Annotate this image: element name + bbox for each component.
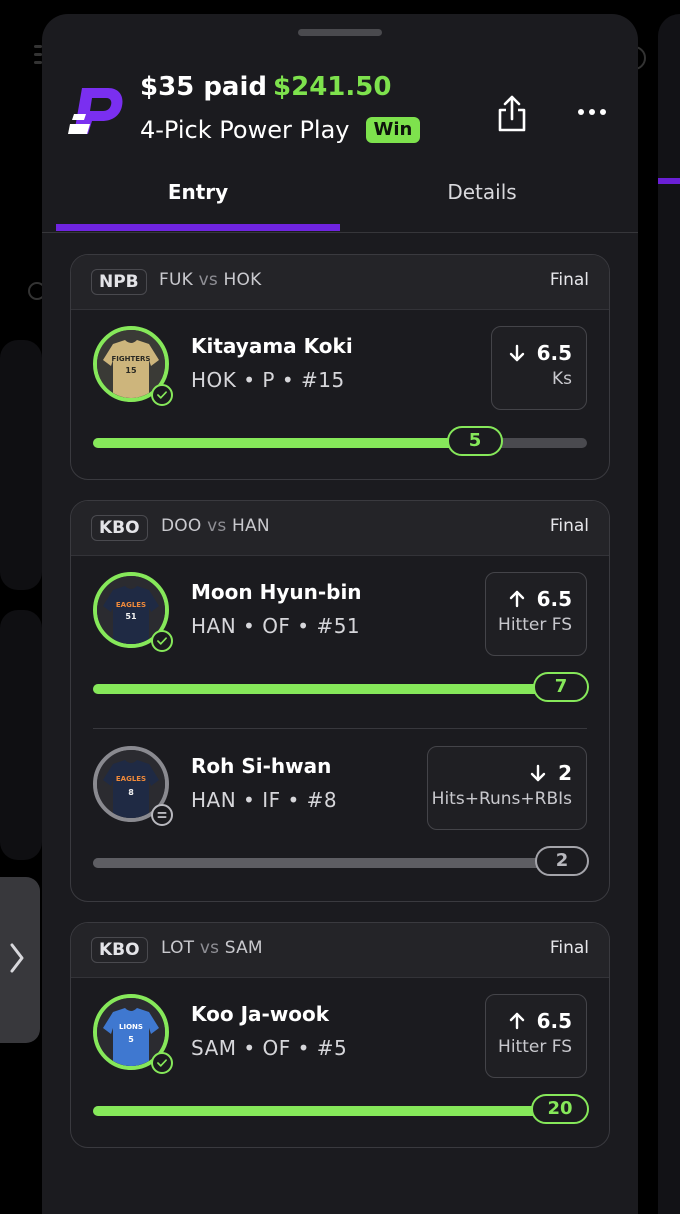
player-name: Moon Hyun-bin: [191, 580, 362, 604]
background-card: [0, 610, 42, 860]
check-icon: [151, 1052, 173, 1074]
arrow-up-icon: [509, 590, 524, 608]
player-meta: HAN • OF • #51: [191, 614, 361, 638]
projection-line: 6.5: [536, 587, 572, 611]
more-options-icon[interactable]: [578, 102, 614, 122]
entry-subtitle: 4-Pick Power Play Win: [140, 116, 421, 144]
check-icon: [151, 630, 173, 652]
svg-text:LIONS: LIONS: [119, 1023, 143, 1031]
side-expand-tab[interactable]: [0, 877, 40, 1043]
projection-box: 2 Hits+Runs+RBIs: [427, 746, 587, 830]
game-card-header: KBO DOO vs HAN Final: [71, 501, 609, 556]
projection-stat: Hits+Runs+RBIs: [431, 789, 572, 809]
winnings-amount: $241.50: [273, 72, 392, 102]
projection-line: 6.5: [536, 341, 572, 365]
chevron-right-icon: [10, 943, 24, 973]
projection-box: 6.5 Hitter FS: [485, 572, 587, 656]
prizepicks-logo-icon: [68, 88, 123, 134]
projection-stat: Hitter FS: [498, 615, 572, 635]
paid-amount: $35 paid: [140, 72, 268, 102]
projection-stat: Hitter FS: [498, 1037, 572, 1057]
player-meta: HAN • IF • #8: [191, 788, 338, 812]
pick-row[interactable]: EAGLES 8 Roh Si-hwan HAN • IF • #8 2 Hit…: [71, 730, 609, 901]
matchup: DOO vs HAN: [161, 516, 270, 536]
svg-text:EAGLES: EAGLES: [116, 601, 146, 609]
game-card: KBO LOT vs SAM Final LIONS 5 Koo Ja-wook…: [70, 922, 610, 1148]
matchup: FUK vs HOK: [159, 270, 262, 290]
background-card: [0, 340, 42, 590]
game-card-header: KBO LOT vs SAM Final: [71, 923, 609, 978]
result-badge: Win: [365, 117, 421, 143]
progress-fill: [93, 858, 587, 868]
projection-line: 2: [558, 761, 572, 785]
progress-track: 20: [93, 1094, 589, 1124]
actual-value-bubble: 5: [447, 426, 503, 456]
svg-text:51: 51: [125, 612, 137, 621]
pick-row[interactable]: FIGHTERS 15 Kitayama Koki HOK • P • #15 …: [71, 310, 609, 479]
player-name: Kitayama Koki: [191, 334, 353, 358]
projection-stat: Ks: [551, 369, 572, 389]
background-tab-underline: [658, 178, 680, 184]
player-avatar: EAGLES 8: [93, 746, 173, 826]
league-badge: NPB: [91, 269, 147, 295]
share-icon[interactable]: [496, 94, 528, 134]
progress-fill: [93, 684, 587, 694]
svg-text:15: 15: [125, 366, 137, 375]
tab-details[interactable]: Details: [340, 180, 624, 204]
game-status: Final: [549, 938, 589, 958]
game-card-header: NPB FUK vs HOK Final: [71, 255, 609, 310]
player-meta: SAM • OF • #5: [191, 1036, 348, 1060]
background-next-sheet: [658, 14, 680, 1214]
actual-value-bubble: 7: [533, 672, 589, 702]
actual-value-bubble: 2: [535, 846, 589, 876]
league-badge: KBO: [91, 937, 148, 963]
player-name: Roh Si-hwan: [191, 754, 332, 778]
entry-amounts: $35 paid $241.50: [140, 72, 391, 102]
play-type: 4-Pick Power Play: [140, 116, 350, 144]
entry-sheet: $35 paid $241.50 4-Pick Power Play Win En…: [42, 14, 638, 1214]
projection-box: 6.5 Hitter FS: [485, 994, 587, 1078]
svg-text:FIGHTERS: FIGHTERS: [112, 355, 151, 363]
player-avatar: FIGHTERS 15: [93, 326, 173, 406]
projection-line: 6.5: [536, 1009, 572, 1033]
league-badge: KBO: [91, 515, 148, 541]
push-equals-icon: [151, 804, 173, 826]
progress-fill: [93, 1106, 587, 1116]
svg-text:EAGLES: EAGLES: [116, 775, 146, 783]
game-card: NPB FUK vs HOK Final FIGHTERS 15 Kitayam…: [70, 254, 610, 480]
matchup: LOT vs SAM: [161, 938, 263, 958]
actual-value-bubble: 20: [531, 1094, 589, 1124]
entry-tabs: Entry Details: [42, 174, 638, 233]
check-icon: [151, 384, 173, 406]
pick-divider: [93, 728, 587, 729]
player-meta: HOK • P • #15: [191, 368, 345, 392]
progress-fill: [93, 438, 473, 448]
game-status: Final: [549, 270, 589, 290]
player-avatar: LIONS 5: [93, 994, 173, 1074]
sheet-grabber[interactable]: [298, 29, 382, 36]
progress-track: 5: [93, 426, 587, 456]
player-name: Koo Ja-wook: [191, 1002, 330, 1026]
game-card: KBO DOO vs HAN Final EAGLES 51 Moon Hyun…: [70, 500, 610, 902]
projection-box: 6.5 Ks: [491, 326, 587, 410]
player-avatar: EAGLES 51: [93, 572, 173, 652]
pick-row[interactable]: EAGLES 51 Moon Hyun-bin HAN • OF • #51 6…: [71, 556, 609, 730]
progress-track: 7: [93, 672, 589, 702]
svg-text:8: 8: [128, 788, 134, 797]
arrow-down-icon: [509, 344, 524, 362]
game-status: Final: [549, 516, 589, 536]
tab-entry[interactable]: Entry: [56, 180, 340, 204]
pick-row[interactable]: LIONS 5 Koo Ja-wook SAM • OF • #5 6.5 Hi…: [71, 978, 609, 1147]
arrow-up-icon: [509, 1012, 524, 1030]
active-tab-indicator: [56, 224, 340, 231]
arrow-down-icon: [530, 764, 546, 782]
progress-track: 2: [93, 846, 589, 876]
svg-text:5: 5: [128, 1035, 134, 1044]
